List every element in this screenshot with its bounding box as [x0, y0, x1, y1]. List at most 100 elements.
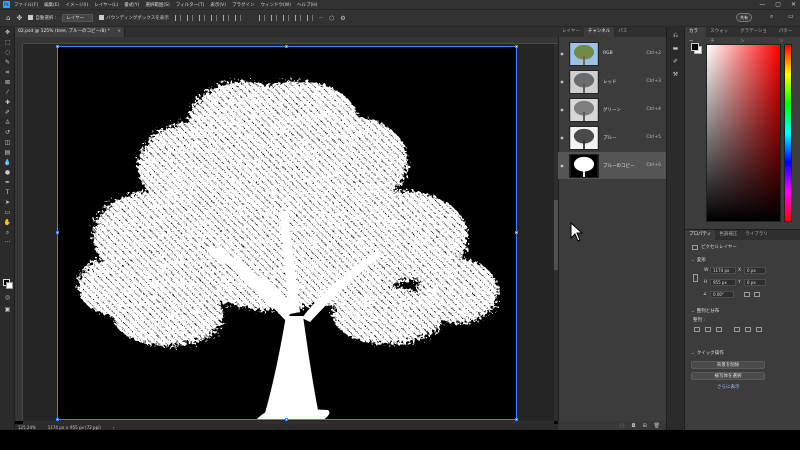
- transform-bounding-box[interactable]: [56, 45, 518, 421]
- settings-icon[interactable]: ⚙: [340, 15, 345, 22]
- distribute-icon[interactable]: [282, 15, 289, 21]
- stamp-tool-icon[interactable]: ♙: [3, 119, 12, 127]
- screen-mode-icon[interactable]: ▣: [3, 306, 12, 314]
- transform-handle[interactable]: [56, 231, 59, 234]
- align-center-icon[interactable]: [705, 327, 711, 332]
- visibility-eye-icon[interactable]: ◉: [558, 51, 566, 56]
- quick-mask-icon[interactable]: ◎: [3, 294, 12, 302]
- move-tool-icon[interactable]: ✥: [3, 29, 12, 37]
- hue-slider[interactable]: [784, 44, 792, 222]
- align-bottom-icon[interactable]: [234, 15, 241, 21]
- align-top-icon[interactable]: [210, 15, 217, 21]
- dotted-circle-icon[interactable]: ◌: [620, 423, 624, 429]
- horizontal-ruler[interactable]: [23, 37, 558, 44]
- menu-image[interactable]: イメージ(I): [65, 2, 88, 8]
- transform-handle[interactable]: [56, 418, 59, 421]
- channel-row-green[interactable]: ◉ グリーン Ctrl+4: [558, 96, 666, 123]
- tab-adjustments[interactable]: 色調補正: [715, 230, 741, 240]
- lasso-tool-icon[interactable]: ◌: [3, 49, 12, 57]
- channel-row-blue-copy[interactable]: ◉ ブルーのコピー Ctrl+6: [558, 152, 666, 179]
- eraser-tool-icon[interactable]: ◫: [3, 139, 12, 147]
- transform-handle[interactable]: [515, 231, 518, 234]
- align-right-icon[interactable]: [198, 15, 205, 21]
- align-left-icon[interactable]: [174, 15, 181, 21]
- select-subject-button[interactable]: 被写体を選択: [691, 372, 765, 380]
- align-center-icon[interactable]: [186, 15, 193, 21]
- menu-help[interactable]: ヘルプ(H): [297, 2, 317, 8]
- channel-row-rgb[interactable]: ◉ RGB Ctrl+2: [558, 40, 666, 67]
- document-size-info[interactable]: 1174 px × 955 px (72 ppi): [48, 425, 101, 430]
- visibility-eye-icon[interactable]: ◉: [558, 79, 566, 84]
- transform-handle[interactable]: [56, 45, 59, 48]
- flip-horizontal-icon[interactable]: [744, 292, 750, 297]
- transform-section-header[interactable]: 変形: [691, 257, 706, 263]
- align-top-icon[interactable]: [734, 327, 740, 332]
- minimize-icon[interactable]: —: [759, 1, 765, 8]
- zoom-tool-icon[interactable]: ⌕: [3, 229, 12, 237]
- transform-handle[interactable]: [285, 45, 288, 48]
- more-options-icon[interactable]: ···: [319, 16, 323, 21]
- dodge-tool-icon[interactable]: ●: [3, 169, 12, 177]
- pen-tool-icon[interactable]: ✒: [3, 179, 12, 187]
- menu-plugins[interactable]: プラグイン: [232, 2, 255, 8]
- distribute-icon[interactable]: [306, 15, 313, 21]
- channel-row-red[interactable]: ◉ レッド Ctrl+3: [558, 68, 666, 95]
- crop-tool-icon[interactable]: ⌗: [3, 69, 12, 77]
- menu-view[interactable]: 表示(V): [210, 2, 226, 8]
- search-icon[interactable]: ⌕: [770, 13, 773, 21]
- y-field[interactable]: 0 px: [744, 279, 766, 286]
- quick-select-tool-icon[interactable]: ✎: [3, 59, 12, 67]
- color-picker-field[interactable]: [706, 44, 781, 222]
- width-field[interactable]: 1174 px: [710, 267, 736, 274]
- foreground-color-swatch[interactable]: [691, 43, 699, 51]
- visibility-eye-icon[interactable]: ◉: [558, 107, 566, 112]
- distribute-icon[interactable]: [270, 15, 277, 21]
- tab-properties[interactable]: プロパティ: [685, 230, 716, 240]
- tab-channels[interactable]: チャンネル: [583, 27, 615, 37]
- menu-layer[interactable]: レイヤー(L): [94, 2, 118, 8]
- vertical-ruler[interactable]: [15, 44, 23, 421]
- close-icon[interactable]: ✕: [791, 1, 796, 8]
- tab-gradients[interactable]: グラデーション: [736, 27, 775, 44]
- x-field[interactable]: 0 px: [744, 267, 766, 274]
- distribute-icon[interactable]: [258, 15, 265, 21]
- history-icon[interactable]: ⎌: [671, 32, 680, 40]
- home-icon[interactable]: ⌂: [6, 14, 10, 22]
- tab-paths[interactable]: パス: [614, 27, 631, 37]
- link-icon[interactable]: [693, 274, 698, 282]
- transform-handle[interactable]: [515, 418, 518, 421]
- trash-icon[interactable]: 🗑: [654, 423, 660, 429]
- status-arrow-icon[interactable]: ›: [113, 425, 115, 430]
- history-brush-icon[interactable]: ↺: [3, 129, 12, 137]
- path-select-tool-icon[interactable]: ➤: [3, 199, 12, 207]
- marquee-tool-icon[interactable]: ⬚: [3, 39, 12, 47]
- move-tool-icon[interactable]: ✥: [16, 14, 22, 22]
- document-tab[interactable]: 02.psd @ 125% (tree, ブルーのコピー/8) * ×: [15, 27, 125, 37]
- brush-settings-icon[interactable]: ✐: [671, 58, 680, 66]
- rectangle-tool-icon[interactable]: ▭: [3, 209, 12, 217]
- workspace-icon[interactable]: ▭: [788, 13, 794, 20]
- transform-handle[interactable]: [515, 45, 518, 48]
- distribute-icon[interactable]: [294, 15, 301, 21]
- tab-color[interactable]: カラー: [685, 27, 707, 44]
- more-tools-icon[interactable]: ···: [3, 239, 12, 247]
- tool-presets-icon[interactable]: ⚒: [671, 71, 680, 79]
- comment-icon[interactable]: ▬: [671, 45, 680, 53]
- menu-file[interactable]: ファイル(F): [14, 2, 38, 8]
- transform-handle[interactable]: [285, 418, 288, 421]
- angle-field[interactable]: 0.00°: [710, 291, 734, 298]
- align-section-header[interactable]: 整列と分布: [691, 308, 720, 314]
- align-right-icon[interactable]: [716, 327, 722, 332]
- auto-select-check[interactable]: 自動選択 :: [28, 15, 56, 21]
- align-middle-icon[interactable]: [745, 327, 751, 332]
- tab-patterns[interactable]: パターン: [775, 27, 800, 44]
- share-button[interactable]: 共有: [736, 13, 752, 22]
- tab-close-icon[interactable]: ×: [117, 27, 121, 37]
- type-tool-icon[interactable]: T: [3, 189, 12, 197]
- bounding-box-check[interactable]: バウンディングボックスを表示: [99, 15, 169, 21]
- brush-tool-icon[interactable]: ✐: [3, 109, 12, 117]
- align-bottom-icon[interactable]: [756, 327, 762, 332]
- background-color-swatch[interactable]: [6, 282, 13, 289]
- auto-select-dropdown[interactable]: レイヤー: [62, 14, 94, 22]
- maximize-icon[interactable]: ▢: [775, 1, 781, 8]
